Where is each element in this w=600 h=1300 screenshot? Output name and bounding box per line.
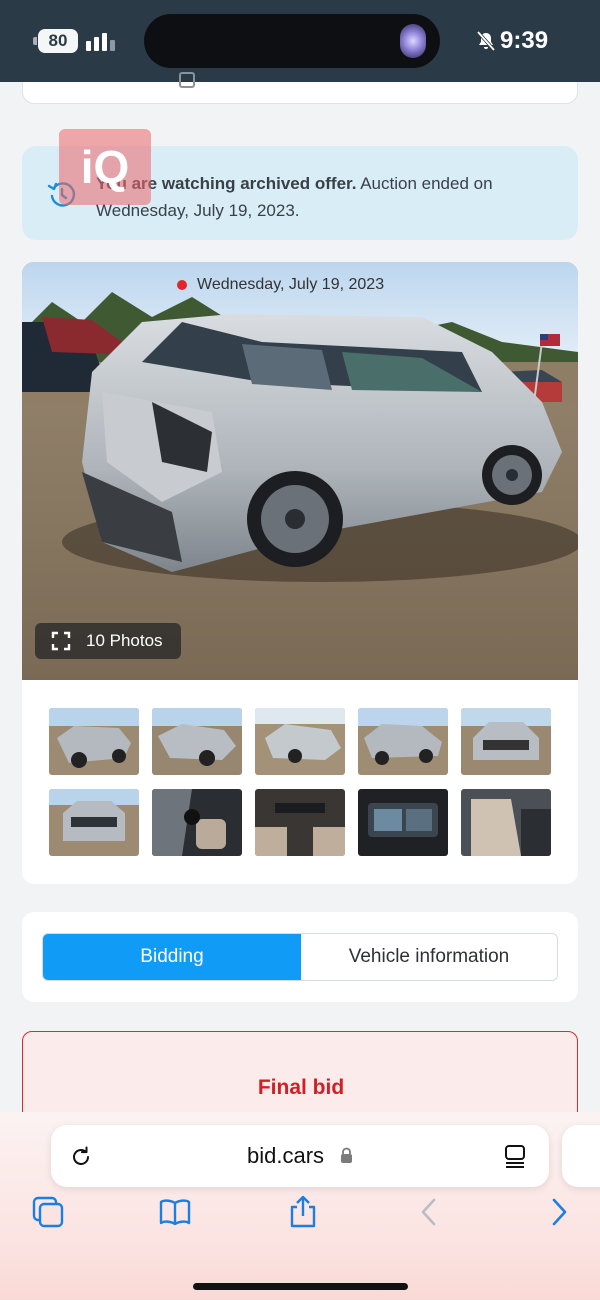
previous-card — [22, 82, 578, 104]
watermark-logo: iQ — [59, 129, 151, 205]
notice-text: You are watching archived offer. Auction… — [96, 170, 516, 224]
photo-thumbnail[interactable] — [461, 708, 551, 775]
bookmarks-icon[interactable] — [158, 1195, 192, 1229]
photo-thumbnail[interactable] — [152, 708, 242, 775]
photo-thumbnail[interactable] — [461, 789, 551, 856]
photo-thumbnail[interactable] — [49, 708, 139, 775]
expand-icon — [51, 631, 71, 651]
photo-thumbnail[interactable] — [255, 789, 345, 856]
tabs-card: Bidding Vehicle information — [22, 912, 578, 1002]
signal-bars-icon — [86, 31, 118, 51]
bell-slash-icon — [476, 30, 496, 52]
status-bar: 80 9:39 — [0, 0, 600, 82]
photos-button-label: 10 Photos — [86, 631, 163, 650]
auction-date: Wednesday, July 19, 2023 — [177, 274, 385, 296]
photo-gallery-card: Wednesday, July 19, 2023 10 Photos — [22, 262, 578, 884]
photo-thumbnail[interactable] — [49, 789, 139, 856]
photos-button[interactable]: 10 Photos — [35, 623, 181, 659]
photo-thumbnail[interactable] — [358, 789, 448, 856]
share-icon[interactable] — [286, 1195, 320, 1229]
card-icon — [179, 72, 195, 88]
tab-bidding[interactable]: Bidding — [43, 934, 301, 980]
photo-thumbnail[interactable] — [255, 708, 345, 775]
battery-indicator: 80 — [33, 29, 78, 53]
next-tab-preview[interactable] — [562, 1125, 600, 1187]
lock-icon — [341, 1147, 352, 1163]
tab-bar: Bidding Vehicle information — [42, 933, 558, 981]
final-bid-title: Final bid — [257, 1076, 345, 1099]
flashlight-icon — [400, 24, 426, 58]
reader-icon[interactable] — [502, 1143, 528, 1169]
url-text: bid.cars — [247, 1143, 325, 1168]
status-time: 9:39 — [500, 27, 549, 54]
photo-thumbnail[interactable] — [152, 789, 242, 856]
tab-vehicle-information[interactable]: Vehicle information — [301, 934, 557, 980]
photo-thumbnail[interactable] — [358, 708, 448, 775]
auction-date-text: Wednesday, July 19, 2023 — [197, 276, 385, 293]
dynamic-island — [144, 14, 440, 68]
home-indicator[interactable] — [193, 1283, 408, 1290]
address-bar[interactable]: bid.cars — [51, 1125, 549, 1187]
forward-icon[interactable] — [542, 1195, 576, 1229]
tabs-icon[interactable] — [31, 1195, 65, 1229]
reload-icon[interactable] — [69, 1145, 93, 1169]
back-icon[interactable] — [412, 1195, 446, 1229]
main-vehicle-photo[interactable] — [22, 262, 578, 680]
live-dot-icon — [177, 280, 187, 290]
